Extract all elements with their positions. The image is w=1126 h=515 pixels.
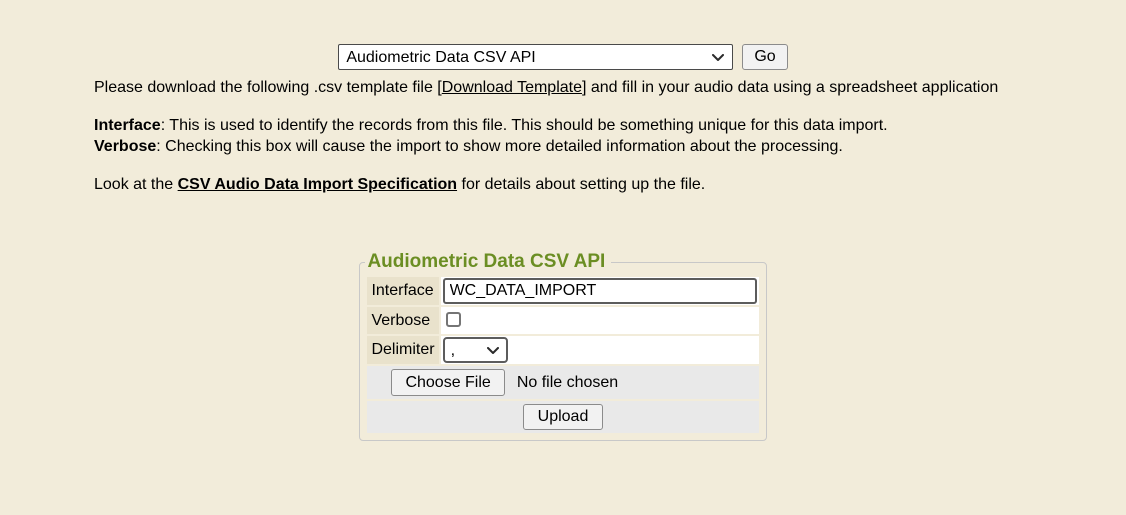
delimiter-select[interactable]: , — [443, 337, 508, 363]
instructions: Please download the following .csv templ… — [94, 77, 1032, 195]
verbose-label: Verbose — [367, 307, 438, 334]
intro-pre-text: Please download the following .csv templ… — [94, 79, 442, 96]
upload-button[interactable]: Upload — [523, 404, 604, 430]
verbose-cell — [441, 307, 759, 334]
field-notes-paragraph: Interface: This is used to identify the … — [94, 115, 1032, 157]
spec-paragraph: Look at the CSV Audio Data Import Specif… — [94, 174, 1032, 195]
api-select[interactable]: Audiometric Data CSV API — [338, 44, 733, 70]
intro-post-text: ] and fill in your audio data using a sp… — [582, 79, 998, 96]
delimiter-label: Delimiter — [367, 336, 438, 364]
go-button[interactable]: Go — [742, 44, 787, 70]
interface-row: Interface — [367, 277, 758, 305]
csv-spec-link[interactable]: CSV Audio Data Import Specification — [178, 176, 457, 193]
verbose-term: Verbose — [94, 138, 156, 155]
upload-row: Upload — [367, 401, 758, 433]
upload-cell: Upload — [367, 401, 758, 433]
delimiter-row: Delimiter , — [367, 336, 758, 364]
delimiter-select-wrap: , — [443, 337, 508, 363]
delimiter-cell: , — [441, 336, 759, 364]
form-table: Interface Verbose Delimiter , — [365, 275, 760, 435]
file-row: Choose File No file chosen — [367, 366, 758, 399]
download-template-link[interactable]: Download Template — [442, 79, 582, 96]
verbose-row: Verbose — [367, 307, 758, 334]
choose-file-button[interactable]: Choose File — [391, 369, 504, 396]
verbose-checkbox[interactable] — [446, 312, 461, 327]
interface-desc: : This is used to identify the records f… — [161, 117, 888, 134]
intro-paragraph: Please download the following .csv templ… — [94, 77, 1032, 98]
interface-term: Interface — [94, 117, 161, 134]
spec-post-text: for details about setting up the file. — [457, 176, 705, 193]
api-select-wrap: Audiometric Data CSV API — [338, 44, 733, 70]
interface-input[interactable] — [443, 278, 757, 304]
api-selector-bar: Audiometric Data CSV API Go — [0, 0, 1126, 70]
verbose-desc: : Checking this box will cause the impor… — [156, 138, 843, 155]
interface-cell — [441, 277, 759, 305]
file-status-text: No file chosen — [517, 374, 618, 391]
interface-label: Interface — [367, 277, 438, 305]
file-cell: Choose File No file chosen — [367, 366, 758, 399]
form-legend: Audiometric Data CSV API — [365, 251, 611, 273]
audiometric-csv-form: Audiometric Data CSV API Interface Verbo… — [359, 251, 766, 441]
spec-pre-text: Look at the — [94, 176, 178, 193]
